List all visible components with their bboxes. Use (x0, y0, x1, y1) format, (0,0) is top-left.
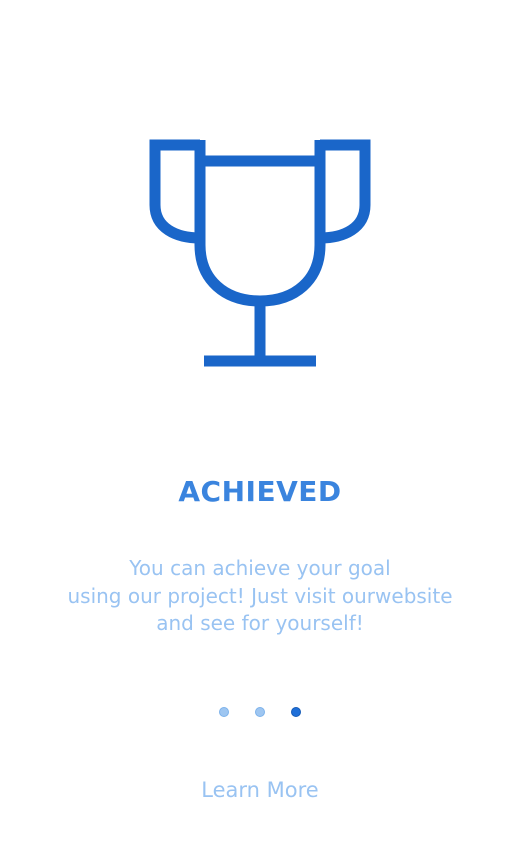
description-line: You can achieve your goal (129, 556, 391, 580)
description-text: You can achieve your goal using our proj… (20, 555, 500, 638)
page-dot-3-active[interactable] (291, 707, 301, 717)
page-dot-2[interactable] (255, 707, 265, 717)
page-indicator (0, 705, 520, 721)
learn-more-button[interactable]: Learn More (0, 778, 520, 802)
description-line: using our project! Just visit ourwebsite (67, 583, 453, 608)
screen-title: ACHIEVED (178, 475, 342, 508)
description-line: and see for yourself! (156, 611, 364, 635)
trophy-icon (149, 139, 371, 367)
page-dot-1[interactable] (219, 707, 229, 717)
